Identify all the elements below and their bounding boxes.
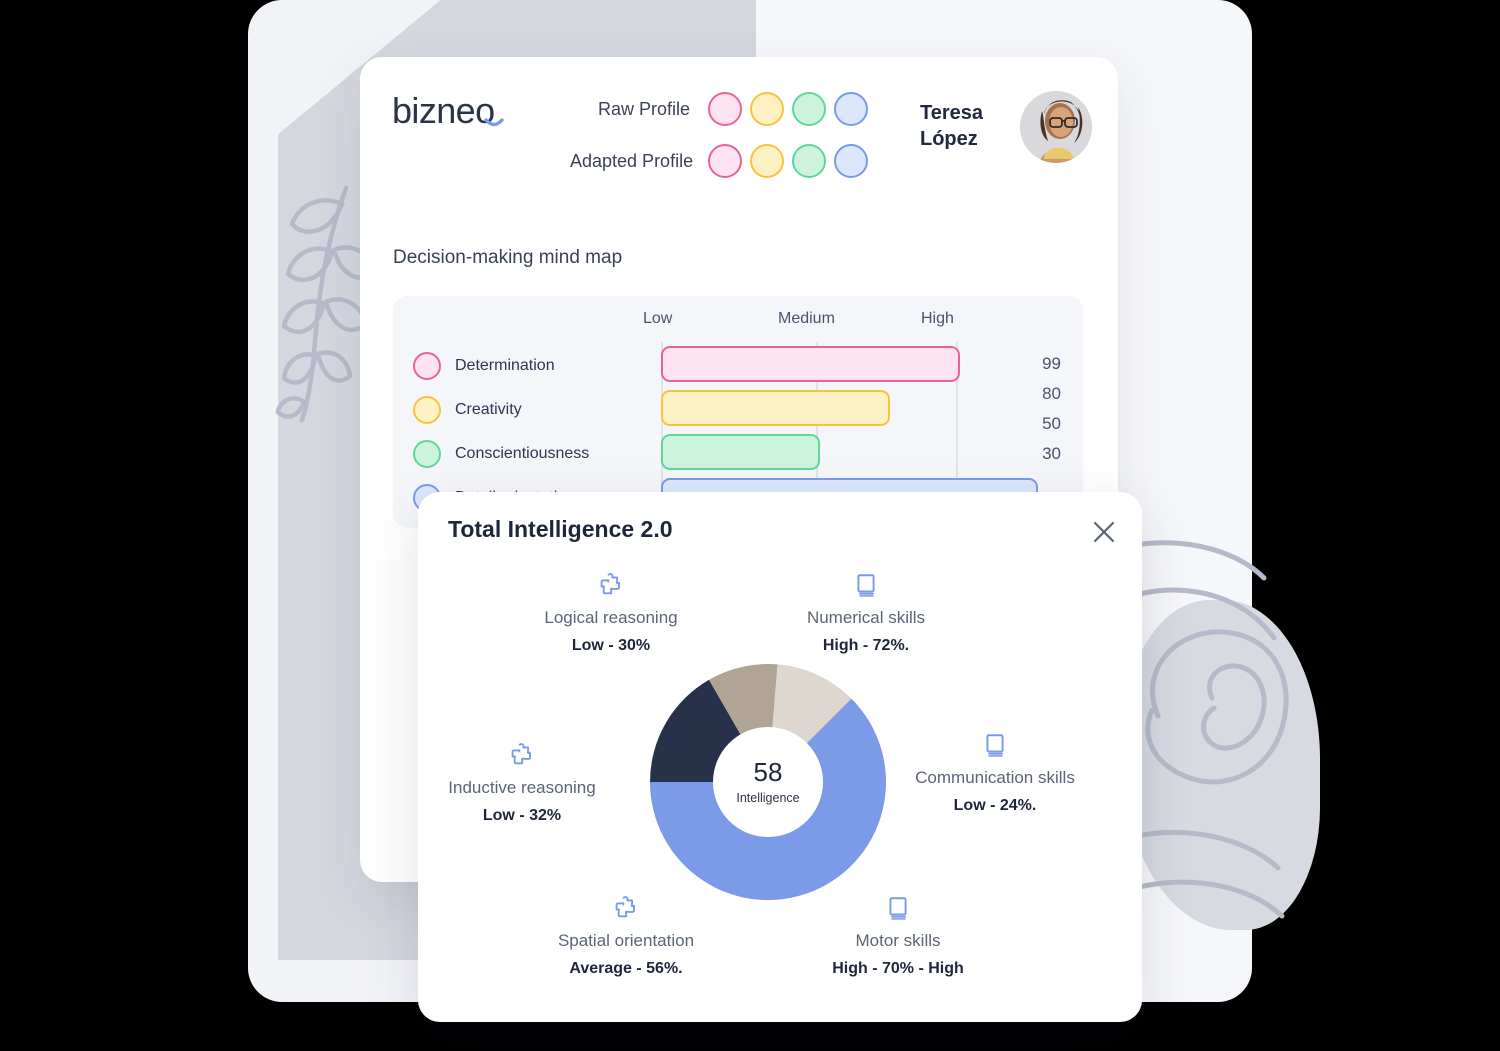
close-icon[interactable] xyxy=(1090,518,1118,546)
legend-dot-determination xyxy=(413,352,441,380)
puzzle-icon xyxy=(511,743,531,765)
raw-profile-dot-yellow[interactable] xyxy=(750,92,784,126)
score-value-80: 80 xyxy=(1042,384,1061,403)
adapted-profile-dot-pink[interactable] xyxy=(708,144,742,178)
book-icon xyxy=(889,897,907,920)
metric-value-spatial-orientation: Average - 56%. xyxy=(569,960,683,977)
legend-label-creativity: Creativity xyxy=(455,401,522,418)
metric-motor-skills: Motor skills High - 70% - High xyxy=(778,895,1018,978)
book-icon xyxy=(857,574,875,597)
axis-tick-medium: Medium xyxy=(778,310,835,327)
intelligence-donut-chart: 58 Intelligence xyxy=(648,662,888,902)
legend-item-creativity[interactable]: Creativity xyxy=(413,396,522,424)
screenshot-root: bizneo Raw Profile Adapted Profile Teres… xyxy=(0,0,1500,1051)
metric-logical-reasoning: Logical reasoning Low - 30% xyxy=(491,572,731,655)
avatar[interactable] xyxy=(1020,91,1092,163)
metric-value-inductive-reasoning: Low - 32% xyxy=(482,807,562,824)
user-photo-icon xyxy=(1020,91,1092,163)
book-icon xyxy=(986,734,1004,757)
metric-name-inductive-reasoning: Inductive reasoning xyxy=(448,778,596,797)
bizneo-logo-text: bizneo xyxy=(392,90,494,131)
metric-name-spatial-orientation: Spatial orientation xyxy=(557,931,695,950)
axis-tick-high: High xyxy=(921,310,954,327)
raw-profile-dot-blue[interactable] xyxy=(834,92,868,126)
metric-name-numerical-skills: Numerical skills xyxy=(806,608,926,627)
raw-profile-label: Raw Profile xyxy=(597,98,690,119)
adapted-profile-dot-green[interactable] xyxy=(792,144,826,178)
legend-item-determination[interactable]: Determination xyxy=(413,352,555,380)
axis-tick-low: Low xyxy=(643,310,673,327)
total-intelligence-modal: Total Intelligence 2.0 Logical reasoning… xyxy=(418,492,1142,1022)
bar-creativity[interactable] xyxy=(661,390,890,426)
score-value-50: 50 xyxy=(1042,414,1061,433)
score-value-99: 99 xyxy=(1042,354,1061,373)
donut-center-value: 58 xyxy=(753,757,783,787)
page-title: Decision-making mind map xyxy=(393,247,623,268)
card-header: bizneo Raw Profile Adapted Profile Teres… xyxy=(360,57,1118,197)
bizneo-logo: bizneo xyxy=(392,90,504,131)
metric-numerical-skills: Numerical skills High - 72%. xyxy=(746,572,986,655)
modal-title: Total Intelligence 2.0 xyxy=(448,516,673,542)
donut-center-caption: Intelligence xyxy=(736,791,800,805)
metric-name-communication-skills: Communication skills xyxy=(915,768,1075,787)
metric-value-communication-skills: Low - 24%. xyxy=(953,797,1037,814)
score-value-30: 30 xyxy=(1042,444,1061,463)
person-name-last: López xyxy=(920,128,978,150)
person-name: Teresa López xyxy=(920,101,1006,152)
person-block[interactable]: Teresa López xyxy=(920,91,1092,163)
metric-value-numerical-skills: High - 72%. xyxy=(822,637,910,654)
puzzle-icon xyxy=(600,573,620,595)
bar-determination[interactable] xyxy=(661,346,960,382)
metric-inductive-reasoning: Inductive reasoning Low - 32% xyxy=(402,742,642,825)
legend-dot-conscientiousness xyxy=(413,440,441,468)
legend-dot-creativity xyxy=(413,396,441,424)
legend-item-conscientiousness[interactable]: Conscientiousness xyxy=(413,440,589,468)
raw-profile-dot-green[interactable] xyxy=(792,92,826,126)
metric-communication-skills: Communication skills Low - 24%. xyxy=(875,732,1115,815)
adapted-profile-dot-blue[interactable] xyxy=(834,144,868,178)
metric-value-motor-skills: High - 70% - High xyxy=(832,960,964,977)
metric-name-motor-skills: Motor skills xyxy=(855,931,941,950)
bar-conscientiousness[interactable] xyxy=(661,434,820,470)
legend-label-conscientiousness: Conscientiousness xyxy=(455,445,590,462)
puzzle-icon xyxy=(615,896,635,918)
person-name-first: Teresa xyxy=(920,102,984,125)
metric-name-logical-reasoning: Logical reasoning xyxy=(544,608,678,627)
legend-label-determination: Determination xyxy=(455,357,555,374)
raw-profile-dot-pink[interactable] xyxy=(708,92,742,126)
metric-value-logical-reasoning: Low - 30% xyxy=(571,637,651,654)
profile-row-adapted: Adapted Profile xyxy=(570,137,876,185)
donut-center-label: 58 Intelligence xyxy=(715,729,821,835)
profile-row-raw: Raw Profile xyxy=(570,85,876,133)
metric-spatial-orientation: Spatial orientation Average - 56%. xyxy=(506,895,746,978)
adapted-profile-dot-yellow[interactable] xyxy=(750,144,784,178)
profile-legend: Raw Profile Adapted Profile xyxy=(570,85,876,189)
adapted-profile-label: Adapted Profile xyxy=(570,150,694,171)
